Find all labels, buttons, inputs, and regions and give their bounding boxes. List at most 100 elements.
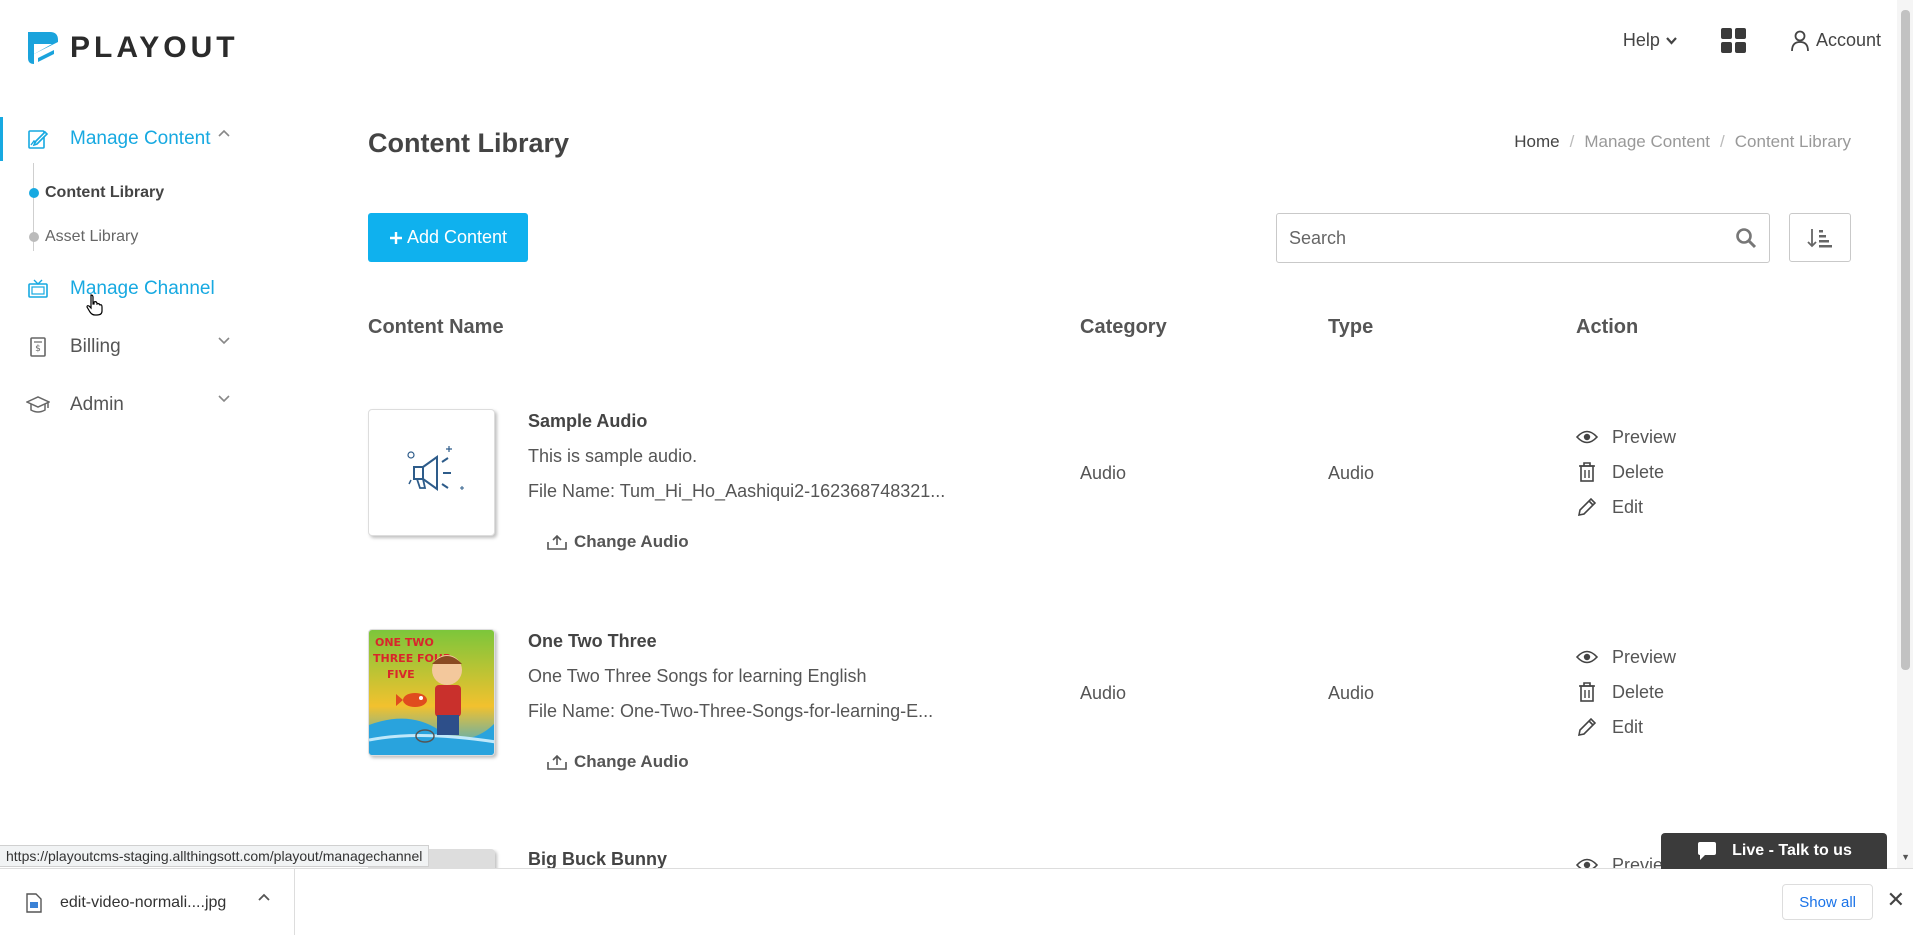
sidebar-subitem-content-library[interactable]: Content Library bbox=[29, 171, 300, 215]
eye-icon bbox=[1576, 858, 1598, 868]
column-header-content-name: Content Name bbox=[368, 316, 504, 338]
live-chat-button[interactable]: Live - Talk to us bbox=[1661, 833, 1887, 869]
preview-button[interactable]: Previe bbox=[1576, 853, 1663, 868]
change-audio-button[interactable]: Change Audio bbox=[546, 532, 689, 552]
chevron-down-icon bbox=[1666, 36, 1677, 45]
content-category: Audio bbox=[1080, 463, 1127, 483]
eye-icon bbox=[1576, 650, 1598, 664]
sidebar-item-billing[interactable]: $ Billing bbox=[0, 323, 300, 371]
row-actions: Previe bbox=[1576, 853, 1663, 868]
sidebar-item-label: Billing bbox=[70, 336, 121, 357]
content-file-name: File Name: One-Two-Three-Songs-for-learn… bbox=[528, 701, 934, 721]
apps-grid-icon bbox=[1720, 28, 1746, 53]
megaphone-icon bbox=[407, 446, 464, 491]
trash-icon bbox=[1579, 462, 1595, 482]
invoice-icon: $ bbox=[26, 335, 50, 359]
content-type: Audio bbox=[1328, 463, 1375, 483]
active-dot-icon bbox=[29, 188, 39, 198]
page-title: Content Library bbox=[368, 128, 570, 158]
column-header-category: Category bbox=[1080, 316, 1167, 338]
chat-bubble-icon bbox=[1698, 842, 1717, 860]
help-menu[interactable]: Help bbox=[1623, 30, 1677, 51]
preview-button[interactable]: Preview bbox=[1576, 645, 1676, 669]
top-nav: Help Account bbox=[1623, 28, 1881, 53]
upload-icon bbox=[547, 754, 567, 770]
close-icon[interactable]: ✕ bbox=[1887, 889, 1905, 911]
manage-content-submenu: Content Library Asset Library bbox=[29, 163, 300, 267]
delete-label: Delete bbox=[1612, 461, 1665, 482]
breadcrumb-separator: / bbox=[1720, 132, 1725, 151]
content-category: Audio bbox=[1080, 683, 1127, 703]
sidebar-item-label: Admin bbox=[70, 394, 124, 415]
image-file-icon bbox=[26, 892, 42, 913]
breadcrumb-manage-content[interactable]: Manage Content bbox=[1584, 132, 1710, 152]
row-actions: Preview Delete Edit bbox=[1576, 645, 1676, 739]
status-url: https://playoutcms-staging.allthingsott.… bbox=[0, 845, 430, 867]
subitem-label: Content Library bbox=[45, 184, 165, 201]
sidebar-item-manage-content[interactable]: Manage Content bbox=[0, 115, 300, 163]
svg-text:$: $ bbox=[35, 344, 41, 354]
search-box bbox=[1276, 213, 1770, 263]
pencil-icon bbox=[1577, 717, 1597, 737]
svg-text:ONE TWO: ONE TWO bbox=[375, 636, 434, 649]
preview-label: Preview bbox=[1612, 426, 1677, 447]
sidebar-item-admin[interactable]: Admin bbox=[0, 381, 300, 429]
content-name: Big Buck Bunny bbox=[528, 849, 668, 868]
table-row: Big Buck Bunny Previe bbox=[368, 849, 1868, 868]
content-name: Sample Audio bbox=[528, 411, 648, 431]
edit-label: Edit bbox=[1612, 716, 1644, 737]
upload-icon bbox=[547, 534, 567, 550]
scroll-down-arrow-icon[interactable]: ▼ bbox=[1901, 852, 1910, 862]
delete-label: Delete bbox=[1612, 681, 1665, 702]
delete-button[interactable]: Delete bbox=[1576, 460, 1676, 484]
breadcrumb-current: Content Library bbox=[1734, 132, 1851, 151]
add-content-button[interactable]: Add Content bbox=[368, 213, 528, 262]
logo-text: PLAYOUT bbox=[70, 31, 239, 64]
delete-button[interactable]: Delete bbox=[1576, 680, 1676, 704]
table-row: ONE TWO THREE FOUR FIVE One Two Three On… bbox=[368, 629, 1868, 829]
logo[interactable]: PLAYOUT bbox=[24, 28, 239, 68]
sort-button[interactable] bbox=[1789, 213, 1851, 262]
page-scrollbar[interactable]: ▼ bbox=[1897, 0, 1913, 868]
trash-icon bbox=[1579, 682, 1595, 702]
playout-logo-icon bbox=[28, 32, 58, 64]
sidebar-item-label: Manage Content bbox=[70, 128, 211, 149]
content-type: Audio bbox=[1328, 683, 1375, 703]
content-description: One Two Three Songs for learning English bbox=[528, 666, 867, 686]
content-file-name: File Name: Tum_Hi_Ho_Aashiqui2-162368748… bbox=[528, 481, 946, 501]
edit-button[interactable]: Edit bbox=[1576, 715, 1676, 739]
sidebar-item-manage-channel[interactable]: Manage Channel bbox=[0, 265, 300, 313]
dot-icon bbox=[29, 232, 39, 242]
column-header-action: Action bbox=[1576, 316, 1639, 338]
search-input[interactable] bbox=[1277, 214, 1769, 262]
download-file-name: edit-video-normali....jpg bbox=[60, 893, 227, 911]
plus-icon bbox=[389, 231, 402, 244]
preview-label: Previe bbox=[1612, 854, 1664, 869]
svg-text:FIVE: FIVE bbox=[387, 668, 415, 681]
edit-button[interactable]: Edit bbox=[1576, 495, 1676, 519]
edit-label: Edit bbox=[1612, 496, 1644, 517]
column-header-type: Type bbox=[1328, 316, 1374, 338]
pencil-icon bbox=[1577, 497, 1597, 517]
apps-button[interactable] bbox=[1720, 28, 1746, 53]
eye-icon bbox=[1576, 430, 1598, 444]
preview-button[interactable]: Preview bbox=[1576, 425, 1676, 449]
breadcrumb-home[interactable]: Home bbox=[1514, 132, 1559, 152]
table-row: Sample Audio This is sample audio. File … bbox=[368, 409, 1868, 609]
graduation-cap-icon bbox=[26, 393, 50, 417]
scrollbar-thumb[interactable] bbox=[1901, 10, 1910, 670]
show-all-button[interactable]: Show all bbox=[1782, 884, 1873, 920]
download-bar: edit-video-normali....jpg Show all ✕ bbox=[0, 868, 1913, 935]
chevron-up-icon[interactable] bbox=[258, 893, 270, 901]
breadcrumb: Home / Manage Content / Content Library bbox=[1514, 132, 1851, 152]
chevron-down-icon bbox=[218, 337, 230, 345]
live-chat-label: Live - Talk to us bbox=[1732, 842, 1852, 859]
change-audio-button[interactable]: Change Audio bbox=[546, 752, 689, 772]
sidebar-subitem-asset-library[interactable]: Asset Library bbox=[29, 215, 300, 259]
account-menu[interactable]: Account bbox=[1790, 30, 1881, 52]
download-item[interactable]: edit-video-normali....jpg bbox=[0, 869, 295, 935]
search-icon[interactable] bbox=[1735, 227, 1757, 249]
content-thumbnail bbox=[368, 409, 495, 536]
chevron-down-icon bbox=[218, 395, 230, 403]
hand-pointer-cursor-icon bbox=[86, 294, 103, 316]
